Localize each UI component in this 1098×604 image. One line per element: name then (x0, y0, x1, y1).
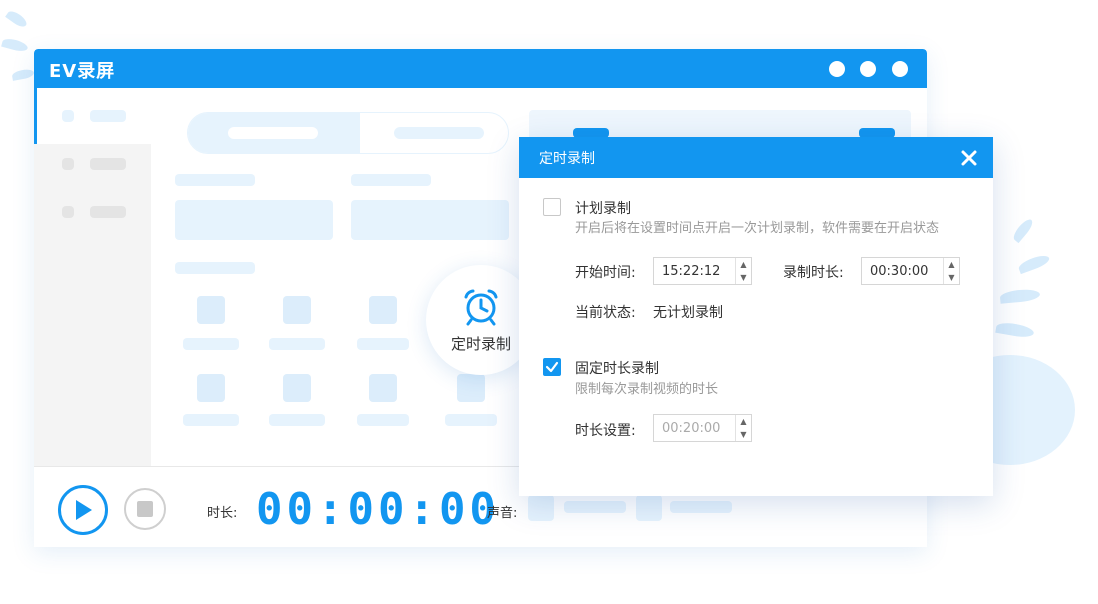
play-icon (76, 500, 92, 520)
stop-icon (137, 501, 153, 517)
maximize-button[interactable] (860, 61, 876, 77)
start-time-stepper[interactable]: ▲ ▼ (653, 257, 752, 285)
schedule-dialog: 定时录制 计划录制 开启后将在设置时间点开启一次计划录制，软件需要在开启状态 开… (519, 137, 993, 496)
sidebar-item[interactable] (62, 158, 74, 170)
arrow-down-icon[interactable]: ▼ (736, 428, 751, 441)
sidebar-item[interactable] (62, 206, 74, 218)
scheduled-record-description: 开启后将在设置时间点开启一次计划录制，软件需要在开启状态 (575, 221, 940, 236)
duration-setting-input[interactable] (654, 415, 734, 441)
record-duration-input[interactable] (862, 258, 942, 284)
duration-label: 时长: (207, 506, 238, 521)
dialog-title: 定时录制 (539, 151, 595, 167)
start-time-input[interactable] (654, 258, 734, 284)
arrow-down-icon[interactable]: ▼ (944, 271, 959, 284)
window-close-button[interactable] (892, 61, 908, 77)
check-icon (545, 361, 559, 373)
start-time-label: 开始时间: (575, 265, 636, 281)
stop-button[interactable] (124, 488, 166, 530)
title-bar: EV录屏 (34, 49, 927, 88)
play-button[interactable] (58, 485, 108, 535)
app-title: EV录屏 (49, 61, 116, 82)
sidebar (34, 88, 151, 466)
arrow-up-icon[interactable]: ▲ (736, 415, 751, 428)
sound-label: 声音: (487, 506, 518, 521)
minimize-button[interactable] (829, 61, 845, 77)
duration-setting-stepper[interactable]: ▲ ▼ (653, 414, 752, 442)
arrow-up-icon[interactable]: ▲ (736, 258, 751, 271)
scheduled-record-title: 计划录制 (575, 201, 631, 217)
fixed-duration-title: 固定时长录制 (575, 361, 659, 377)
arrow-down-icon[interactable]: ▼ (736, 271, 751, 284)
duration-setting-label: 时长设置: (575, 423, 636, 439)
record-duration-stepper[interactable]: ▲ ▼ (861, 257, 960, 285)
fixed-duration-description: 限制每次录制视频的时长 (575, 382, 719, 397)
status-value: 无计划录制 (653, 305, 723, 321)
record-duration-label: 录制时长: (783, 265, 844, 281)
fixed-duration-checkbox[interactable] (543, 358, 561, 376)
timer-display: 00:00:00 (256, 484, 500, 535)
status-label: 当前状态: (575, 305, 636, 321)
alarm-clock-icon (464, 289, 498, 326)
scheduled-record-checkbox[interactable] (543, 198, 561, 216)
close-icon[interactable] (959, 148, 979, 168)
dialog-header: 定时录制 (519, 137, 993, 178)
arrow-up-icon[interactable]: ▲ (944, 258, 959, 271)
